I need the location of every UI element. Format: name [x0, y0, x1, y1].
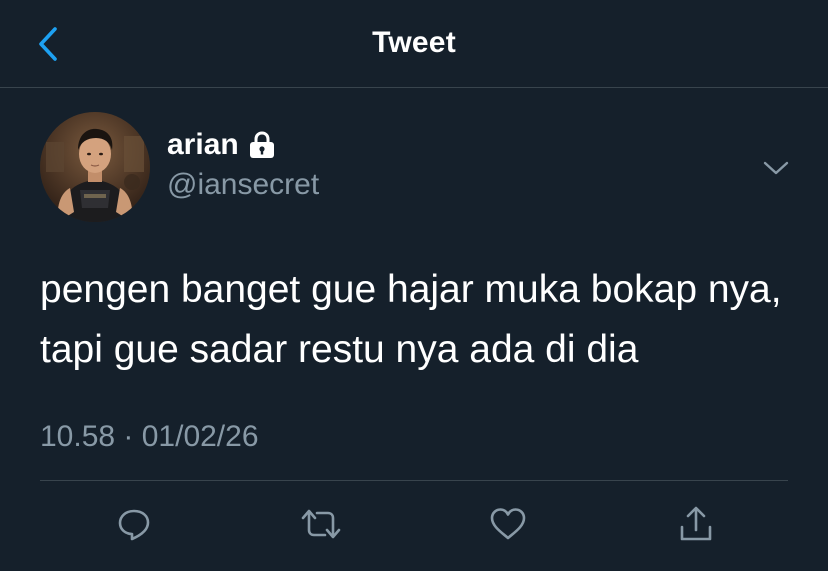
- chevron-down-icon: [763, 161, 789, 175]
- more-options-button[interactable]: [756, 148, 796, 188]
- tweet-text: pengen banget gue hajar muka bokap nya, …: [40, 268, 782, 371]
- share-button[interactable]: [674, 502, 718, 546]
- share-icon: [680, 506, 712, 541]
- author-handle[interactable]: @iansecret: [167, 168, 319, 202]
- reply-button[interactable]: [112, 502, 156, 546]
- author-name-row[interactable]: arian: [167, 128, 279, 162]
- avatar-photo: [40, 112, 150, 222]
- tweet-timestamp[interactable]: 10.58 · 01/02/26: [40, 420, 259, 454]
- lock-icon: [249, 130, 279, 160]
- like-button[interactable]: [486, 502, 530, 546]
- reply-icon: [118, 509, 150, 541]
- page-title: Tweet: [372, 26, 456, 59]
- retweet-button[interactable]: [299, 502, 343, 546]
- divider: [40, 480, 788, 481]
- display-name: arian: [167, 128, 239, 161]
- retweet-icon: [301, 509, 341, 539]
- avatar[interactable]: [40, 112, 150, 222]
- top-bar: Tweet: [0, 0, 828, 88]
- heart-icon: [490, 508, 526, 540]
